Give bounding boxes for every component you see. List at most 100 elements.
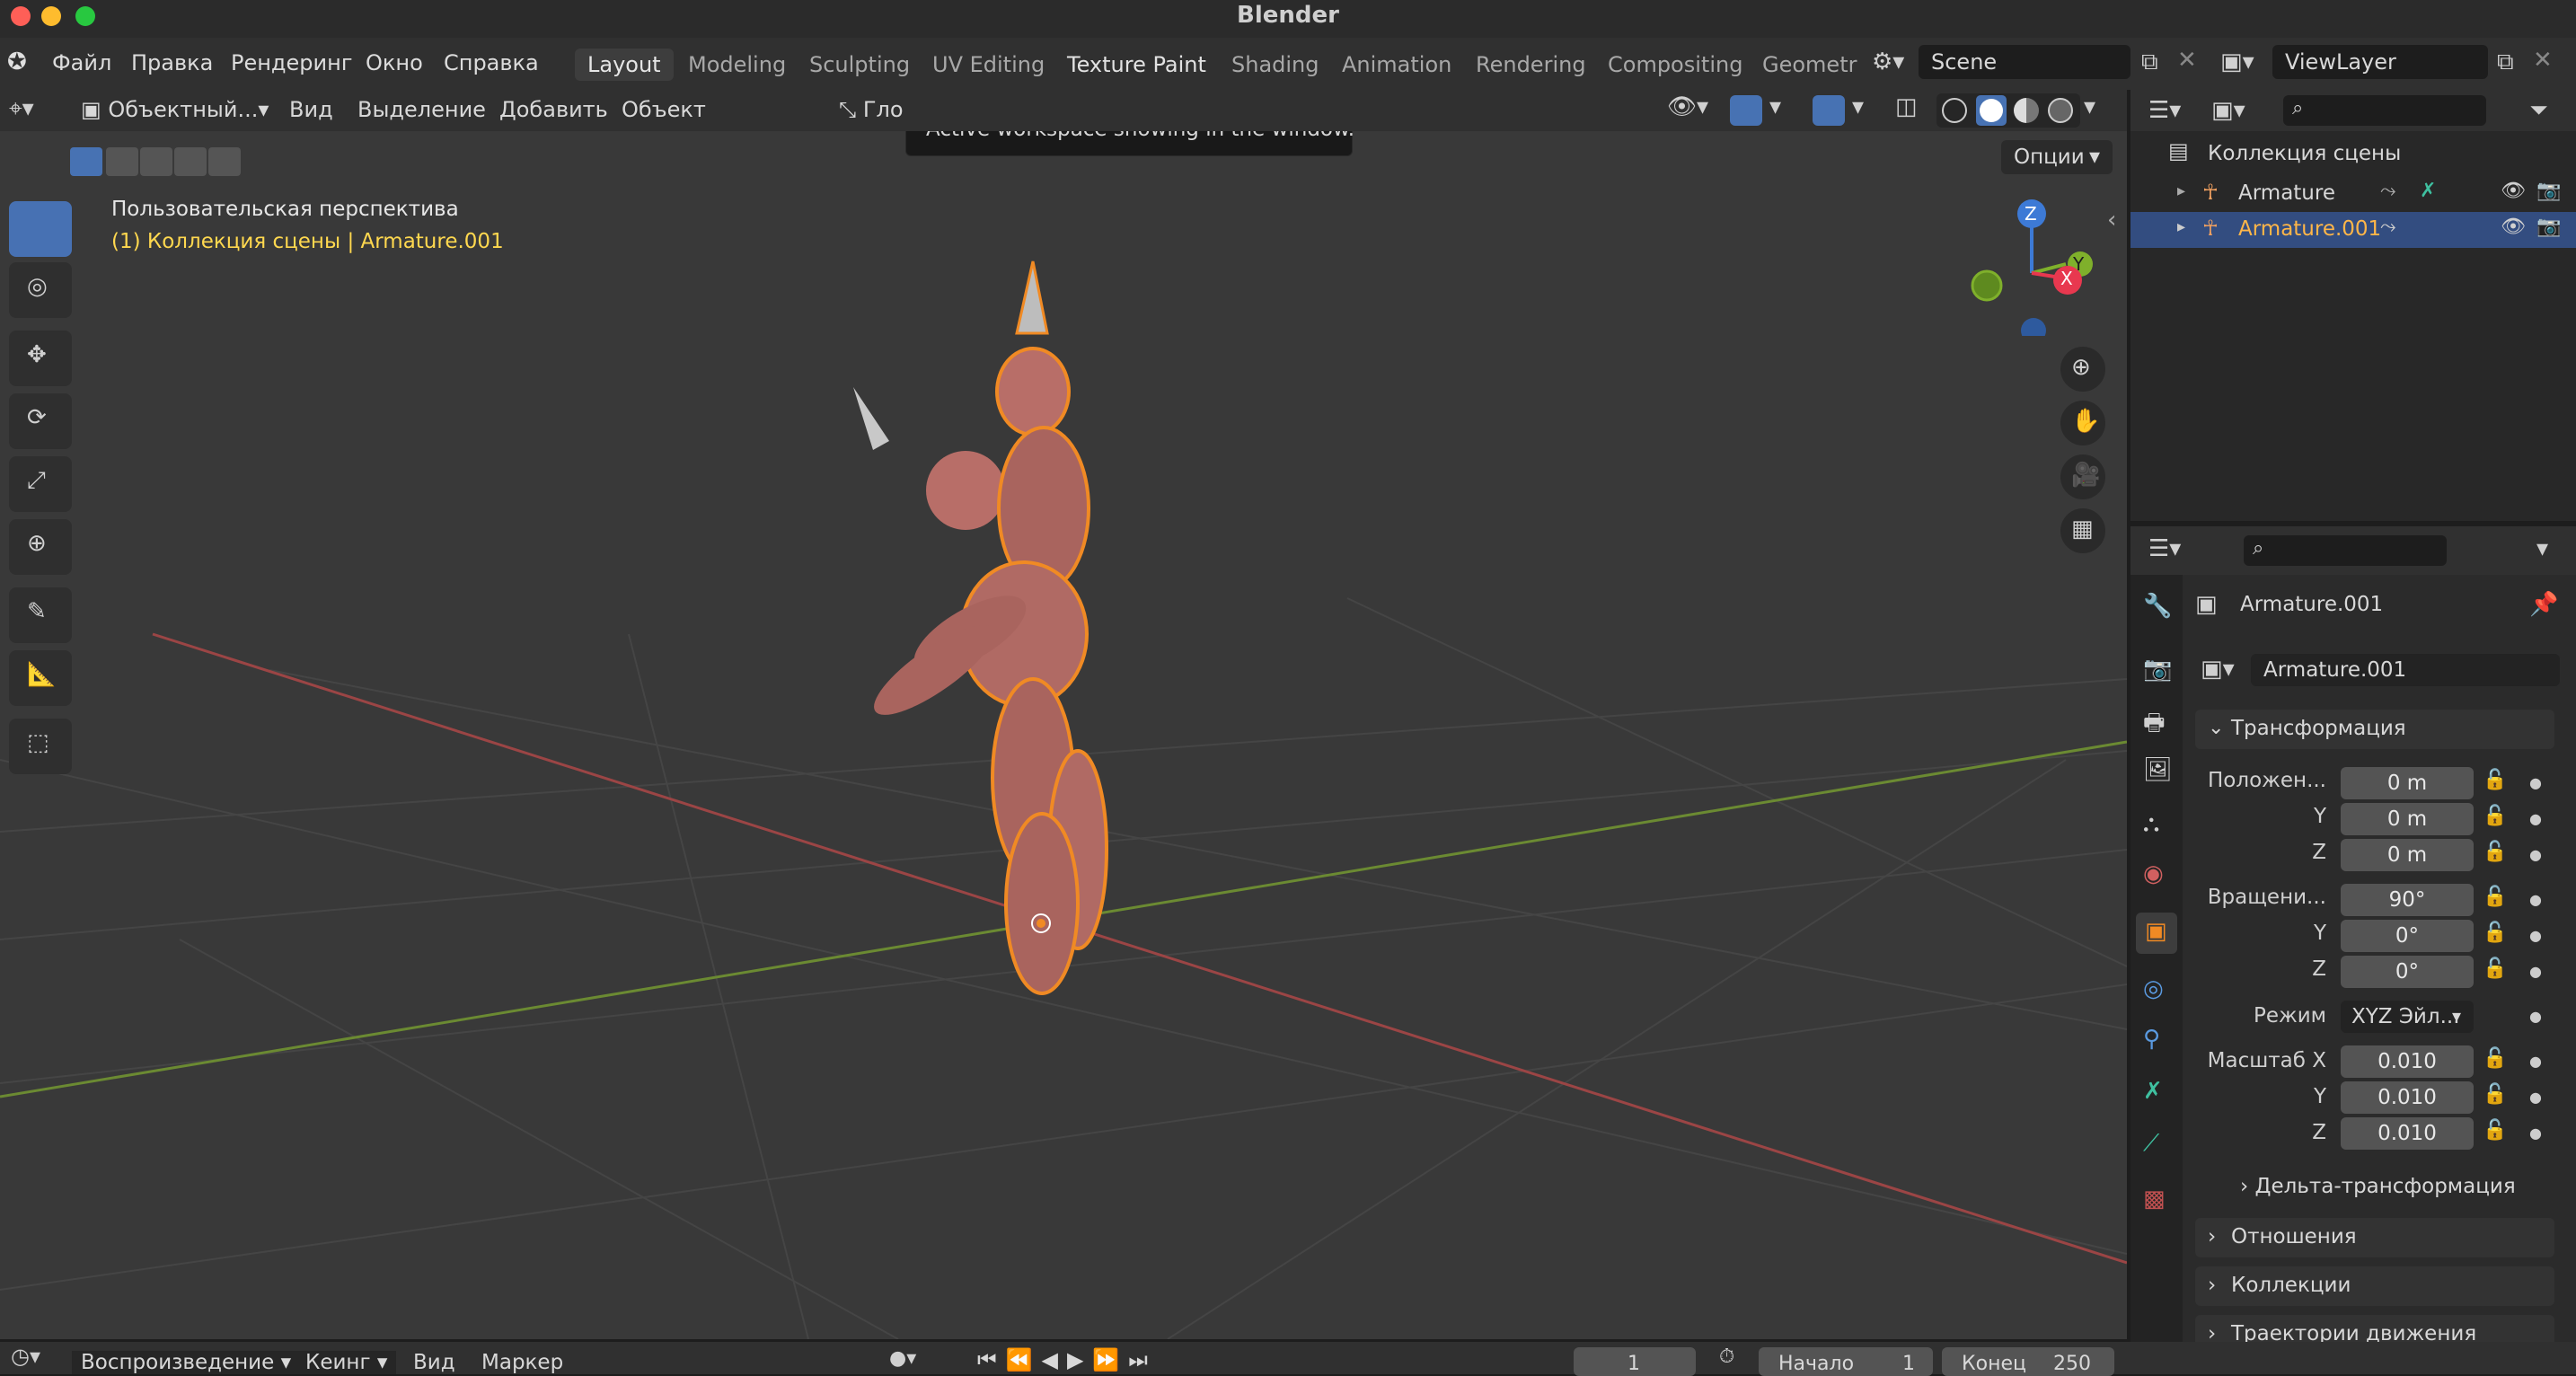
keyframe-dot-icon[interactable]: ● xyxy=(2529,1125,2542,1142)
menu-edit[interactable]: Правка xyxy=(131,50,213,75)
options-dropdown[interactable]: Опции ▾ xyxy=(2001,140,2113,174)
overlay-toggle-icon[interactable] xyxy=(1813,95,1845,126)
start-frame-field[interactable]: Начало 1 xyxy=(1759,1347,1933,1376)
bone-tab-icon[interactable]: ⟋ xyxy=(2143,1130,2159,1158)
collections-panel-header[interactable]: › Коллекции xyxy=(2195,1266,2554,1306)
render-camera-icon[interactable]: 📷 xyxy=(2536,216,2561,238)
scale-tool-icon[interactable]: ⤢ xyxy=(9,456,72,512)
select-mode-extend-icon[interactable] xyxy=(106,147,138,176)
properties-editor-type-icon[interactable]: ☰▾ xyxy=(2148,535,2181,562)
lock-icon[interactable]: 🔓 xyxy=(2483,1119,2507,1142)
perspective-toggle-icon[interactable]: ▦ xyxy=(2060,508,2105,553)
keyframe-dot-icon[interactable]: ● xyxy=(2529,927,2542,944)
keyframe-dot-icon[interactable]: ● xyxy=(2529,810,2542,827)
properties-search-input[interactable]: ⌕ xyxy=(2244,535,2447,566)
remove-scene-icon[interactable]: ✕ xyxy=(2177,47,2197,74)
scale-y-field[interactable]: 0.010 xyxy=(2341,1081,2474,1114)
move-tool-icon[interactable]: ✥ xyxy=(9,331,72,386)
viewport-menu-object[interactable]: Объект xyxy=(622,97,706,122)
outliner-editor-type-icon[interactable]: ☰▾ xyxy=(2148,97,2181,124)
add-cube-tool-icon[interactable]: ⬚ xyxy=(9,719,72,774)
preview-range-icon[interactable]: ⏱ xyxy=(1719,1345,1734,1368)
timeline-menu-playback[interactable]: Воспроизведение ▾ xyxy=(72,1351,301,1374)
sidebar-toggle-chevron-icon[interactable]: ‹ xyxy=(2107,207,2116,234)
tool-tab-icon[interactable]: 🔧 xyxy=(2143,593,2172,620)
delta-transform-subpanel[interactable]: › Дельта-трансформация xyxy=(2240,1175,2516,1198)
tab-compositing[interactable]: Compositing xyxy=(1608,52,1742,77)
scale-x-field[interactable]: 0.010 xyxy=(2341,1045,2474,1078)
select-mode-new-icon[interactable] xyxy=(70,147,102,176)
texture-tab-icon[interactable]: ▩ xyxy=(2143,1186,2166,1213)
keyframe-dot-icon[interactable]: ● xyxy=(2529,1008,2542,1025)
select-box-tool-icon[interactable] xyxy=(9,201,72,257)
outliner-root-label[interactable]: Коллекция сцены xyxy=(2208,142,2401,165)
rotate-tool-icon[interactable]: ⟳ xyxy=(9,393,72,449)
select-mode-intersect-icon[interactable] xyxy=(208,147,241,176)
current-frame-field[interactable]: 1 xyxy=(1574,1347,1696,1376)
tab-layout[interactable]: Layout xyxy=(575,49,674,81)
tab-rendering[interactable]: Rendering xyxy=(1476,52,1586,77)
outliner-row-armature[interactable]: ▸ ☥ Armature ⤳ ✗ 👁 📷 xyxy=(2130,176,2576,212)
scale-z-field[interactable]: 0.010 xyxy=(2341,1117,2474,1150)
gizmo-dropdown-icon[interactable]: ▾ xyxy=(1769,93,1781,120)
properties-options-chevron-icon[interactable]: ▾ xyxy=(2536,535,2548,562)
pan-view-hand-icon[interactable]: ✋ xyxy=(2060,401,2105,445)
world-tab-icon[interactable]: ◉ xyxy=(2143,860,2164,887)
playback-controls[interactable]: ⏮⏪◀▶⏩⏭ xyxy=(977,1347,1157,1372)
lock-icon[interactable]: 🔓 xyxy=(2483,1083,2507,1106)
object-tab-icon[interactable]: ▣ xyxy=(2136,913,2177,954)
rotation-x-field[interactable]: 90° xyxy=(2341,884,2474,916)
mode-dropdown[interactable]: ▣ Объектный...▾ xyxy=(81,97,269,122)
tab-texture-paint[interactable]: Texture Paint xyxy=(1067,52,1206,77)
lock-icon[interactable]: 🔓 xyxy=(2483,886,2507,908)
lock-icon[interactable]: 🔓 xyxy=(2483,1047,2507,1070)
location-x-field[interactable]: 0 m xyxy=(2341,767,2474,799)
view-layer-tab-icon[interactable]: 🖼 xyxy=(2143,756,2173,783)
tab-geometry[interactable]: Geometr xyxy=(1762,52,1857,77)
3d-viewport[interactable]: Active workspace showing in the window. … xyxy=(0,131,2127,1339)
record-keyframe-icon[interactable]: ●▾ xyxy=(889,1347,916,1370)
viewport-menu-select[interactable]: Выделение xyxy=(357,97,486,122)
keyframe-dot-icon[interactable]: ● xyxy=(2529,1053,2542,1070)
new-scene-icon[interactable]: ⧉ xyxy=(2141,49,2158,76)
lock-icon[interactable]: 🔓 xyxy=(2483,805,2507,827)
scene-browse-icon[interactable]: ⚙▾ xyxy=(1872,49,1904,75)
tab-sculpting[interactable]: Sculpting xyxy=(809,52,910,77)
lock-icon[interactable]: 🔓 xyxy=(2483,841,2507,863)
gizmo-toggle-icon[interactable] xyxy=(1730,95,1762,126)
output-tab-icon[interactable]: 🖶 xyxy=(2143,706,2166,745)
constraints-tab-icon[interactable]: ⚲ xyxy=(2143,1026,2160,1053)
location-y-field[interactable]: 0 m xyxy=(2341,803,2474,835)
outliner-row-armature-001[interactable]: ▸ ☥ Armature.001 ⤳ 👁 📷 xyxy=(2130,212,2576,248)
menu-file[interactable]: Файл xyxy=(52,50,111,75)
solid-shading-button[interactable] xyxy=(1976,95,2007,126)
keyframe-dot-icon[interactable]: ● xyxy=(2529,963,2542,980)
outliner-display-mode-icon[interactable]: ▣▾ xyxy=(2211,97,2245,124)
select-mode-subtract-icon[interactable] xyxy=(140,147,172,176)
tab-uv-editing[interactable]: UV Editing xyxy=(932,52,1045,77)
keyframe-dot-icon[interactable]: ● xyxy=(2529,1089,2542,1106)
material-shading-icon[interactable] xyxy=(2014,98,2039,123)
transform-tool-icon[interactable]: ⊕ xyxy=(9,519,72,575)
measure-tool-icon[interactable]: 📐 xyxy=(9,650,72,706)
scene-field[interactable]: Scene xyxy=(1919,45,2130,79)
visibility-eye-icon[interactable]: 👁 xyxy=(2501,180,2526,202)
tab-modeling[interactable]: Modeling xyxy=(688,52,786,77)
wireframe-shading-icon[interactable] xyxy=(1942,98,1967,123)
pose-tab-icon[interactable]: ✗ xyxy=(2143,1078,2163,1105)
datablock-browse-icon[interactable]: ▣▾ xyxy=(2201,656,2235,683)
new-view-layer-icon[interactable]: ⧉ xyxy=(2497,49,2514,76)
pin-icon[interactable]: 📌 xyxy=(2529,591,2558,618)
zoom-view-icon[interactable]: ⊕ xyxy=(2060,347,2105,392)
rotation-y-field[interactable]: 0° xyxy=(2341,920,2474,952)
visibility-eye-icon[interactable]: 👁 xyxy=(2501,216,2526,238)
transform-panel-header[interactable]: ⌄ Трансформация xyxy=(2195,710,2554,749)
lock-icon[interactable]: 🔓 xyxy=(2483,769,2507,791)
armature-character[interactable] xyxy=(853,260,1108,995)
shading-dropdown-icon[interactable]: ▾ xyxy=(2084,93,2095,120)
view-layer-field[interactable]: ViewLayer xyxy=(2272,45,2488,79)
remove-view-layer-icon[interactable]: ✕ xyxy=(2533,47,2553,74)
cursor-tool-icon[interactable]: ◎ xyxy=(9,262,72,318)
rotation-mode-dropdown[interactable]: XYZ Эйл... ▾ xyxy=(2341,1001,2474,1033)
overlay-dropdown-icon[interactable]: ▾ xyxy=(1852,93,1864,120)
